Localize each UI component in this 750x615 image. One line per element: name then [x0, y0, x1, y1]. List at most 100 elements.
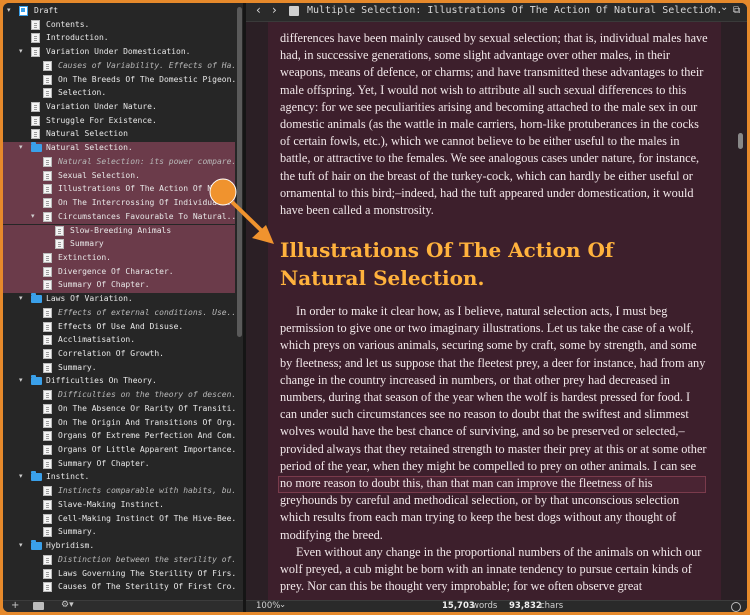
binder-scrollbar[interactable]: [237, 7, 242, 337]
binder-item[interactable]: Struggle For Existence.: [3, 115, 235, 129]
char-count: 93,832: [509, 601, 542, 611]
folder-plus-icon[interactable]: [33, 602, 44, 610]
binder-item[interactable]: Instincts comparable with habits, bu...: [3, 485, 235, 499]
binder-item[interactable]: On The Origin And Transitions Of Org...: [3, 417, 235, 431]
binder-item[interactable]: On The Intercrossing Of Individuals.: [3, 197, 235, 211]
binder-sidebar: ▾ Draft Contents. Introduction. ▾ Variation U…: [3, 3, 243, 600]
binder-item[interactable]: Extinction.: [3, 251, 235, 266]
binder-item-label: Organs Of Little Apparent Importance.: [58, 445, 235, 455]
binder-item[interactable]: ▾ Draft: [3, 5, 235, 19]
document-icon: [43, 362, 52, 373]
disclosure-triangle-icon[interactable]: ▾: [31, 212, 39, 220]
binder-item[interactable]: Contents.: [3, 19, 235, 33]
binder-item[interactable]: Variation Under Nature.: [3, 101, 235, 115]
document-icon: [43, 499, 52, 510]
binder-item[interactable]: ▾ Instinct.: [3, 471, 235, 485]
disclosure-triangle-icon[interactable]: ▾: [19, 294, 27, 302]
document-icon: [31, 115, 40, 126]
forward-arrow-icon[interactable]: ›: [272, 3, 277, 17]
binder-item-label: On The Absence Or Rarity Of Transiti...: [58, 403, 235, 413]
binder-item[interactable]: Summary Of Chapter.: [3, 458, 235, 472]
binder-item[interactable]: Natural Selection: its power compare...: [3, 155, 235, 170]
binder-item-label: Circumstances Favourable To Natural...: [58, 211, 235, 221]
binder-item[interactable]: Summary Of Chapter.: [3, 279, 235, 294]
binder-item[interactable]: Organs Of Extreme Perfection And Com...: [3, 430, 235, 444]
document-icon: [43, 445, 52, 456]
binder-item[interactable]: Summary.: [3, 362, 235, 376]
disclosure-triangle-icon[interactable]: ▾: [19, 541, 27, 549]
document-icon: [31, 102, 40, 113]
binder-item-label: Laws Governing The Sterility Of Firs...: [58, 568, 235, 578]
binder-item-label: Contents.: [46, 19, 90, 29]
binder-item[interactable]: Divergence Of Character.: [3, 265, 235, 280]
binder-item-label: On The Breeds Of The Domestic Pigeon.: [58, 74, 235, 84]
binder-item[interactable]: Natural Selection: [3, 128, 235, 142]
document-icon: [43, 252, 52, 263]
zoom-select[interactable]: 100%: [256, 601, 280, 611]
document-icon: [31, 47, 40, 58]
split-view-icon[interactable]: ⧉: [733, 5, 740, 16]
binder-item-label: Causes Of The Sterility Of First Cro...: [58, 582, 235, 592]
word-count-label: words: [472, 601, 498, 611]
disclosure-triangle-icon[interactable]: ▾: [19, 143, 27, 151]
binder-item[interactable]: Illustrations Of The Action Of Na: [3, 183, 235, 198]
binder-item[interactable]: On The Absence Or Rarity Of Transiti...: [3, 403, 235, 417]
binder-item-label: Slow-Breeding Animals: [70, 225, 172, 235]
add-item-button[interactable]: +: [11, 600, 19, 611]
binder-item[interactable]: Effects of external conditions. Use...: [3, 307, 235, 321]
binder-item[interactable]: Laws Governing The Sterility Of Firs...: [3, 568, 235, 582]
back-arrow-icon[interactable]: ‹: [256, 3, 261, 17]
binder-item[interactable]: Sexual Selection.: [3, 169, 235, 184]
zoom-chevron-icon[interactable]: ⌄: [279, 600, 286, 610]
binder-item[interactable]: Summary.: [3, 526, 235, 540]
editor-header: ‹ › Multiple Selection: Illustrations Of…: [246, 3, 747, 22]
binder-item[interactable]: Cell-Making Instinct Of The Hive-Bee.: [3, 513, 235, 527]
target-icon[interactable]: [731, 602, 741, 612]
binder-item[interactable]: ▾ Laws Of Variation.: [3, 293, 235, 307]
binder-item-label: Variation Under Nature.: [46, 102, 157, 112]
binder-item[interactable]: On The Breeds Of The Domestic Pigeon.: [3, 74, 235, 88]
binder-item[interactable]: Distinction between the sterility of...: [3, 554, 235, 568]
document-icon: [31, 19, 40, 30]
binder-item-label: Summary Of Chapter.: [58, 458, 150, 468]
binder-item[interactable]: Causes of Variability. Effects of Ha...: [3, 60, 235, 74]
binder-item[interactable]: Acclimatisation.: [3, 334, 235, 348]
binder-item[interactable]: ▾ Difficulties On Theory.: [3, 375, 235, 389]
previous-document-icon[interactable]: ⌃: [707, 5, 715, 16]
binder-item[interactable]: Slave-Making Instinct.: [3, 499, 235, 513]
binder-item[interactable]: Introduction.: [3, 32, 235, 46]
binder-item[interactable]: Selection.: [3, 87, 235, 101]
editor-scrollbar[interactable]: [738, 133, 743, 149]
document-icon: [43, 198, 52, 209]
binder-item[interactable]: Correlation Of Growth.: [3, 348, 235, 362]
binder-item[interactable]: Causes Of The Sterility Of First Cro...: [3, 581, 235, 595]
disclosure-triangle-icon[interactable]: ▾: [19, 47, 27, 55]
binder-item[interactable]: Effects Of Use And Disuse.: [3, 321, 235, 335]
editor-pane: ‹ › Multiple Selection: Illustrations Of…: [246, 3, 747, 612]
editor-page[interactable]: differences have been mainly caused by s…: [268, 22, 721, 600]
binder-item[interactable]: Difficulties on the theory of descen...: [3, 389, 235, 403]
binder-item-label: Instinct.: [46, 472, 90, 482]
binder-item[interactable]: Slow-Breeding Animals: [3, 224, 235, 239]
next-document-icon[interactable]: ⌄: [720, 3, 728, 13]
document-icon: [55, 239, 64, 250]
document-icon: [43, 513, 52, 524]
binder-item[interactable]: ▾ Circumstances Favourable To Natural...: [3, 210, 235, 225]
binder-item[interactable]: ▾ Hybridism.: [3, 540, 235, 554]
document-icon: [43, 403, 52, 414]
disclosure-triangle-icon[interactable]: ▾: [19, 472, 27, 480]
binder-item[interactable]: Organs Of Little Apparent Importance.: [3, 444, 235, 458]
document-icon: [43, 458, 52, 469]
disclosure-triangle-icon[interactable]: ▾: [7, 6, 15, 14]
document-icon: [43, 568, 52, 579]
folder-icon: [31, 293, 42, 304]
settings-gear-icon[interactable]: ⚙▾: [61, 600, 74, 610]
binder-item-label: Difficulties on the theory of descen...: [58, 390, 235, 400]
binder-item[interactable]: ▾ Natural Selection.: [3, 142, 235, 156]
draft-folder-icon: [19, 6, 28, 16]
binder-item[interactable]: Summary: [3, 238, 235, 252]
document-icon: [43, 431, 52, 442]
binder-item-label: Correlation Of Growth.: [58, 349, 164, 358]
binder-item[interactable]: ▾ Variation Under Domestication.: [3, 46, 235, 60]
disclosure-triangle-icon[interactable]: ▾: [19, 376, 27, 384]
